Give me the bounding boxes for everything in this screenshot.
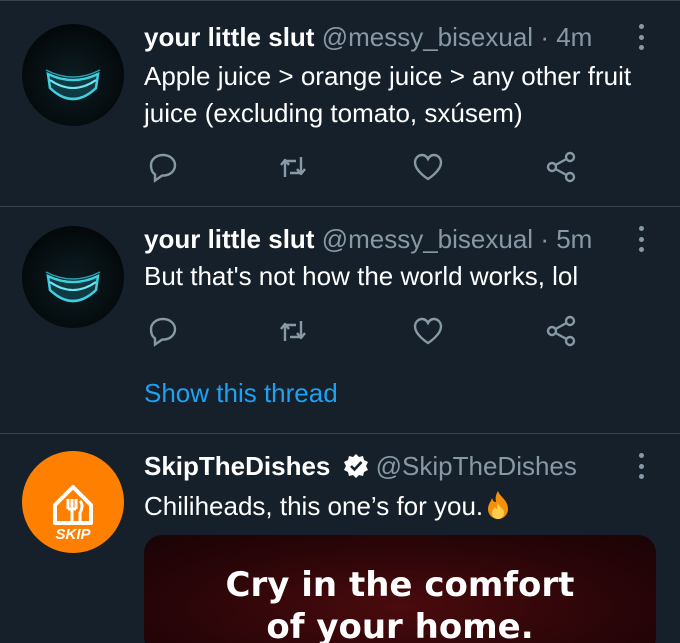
tweet-header: your little slut @messy_bisexual · 4m <box>144 22 592 52</box>
promo-image[interactable]: Cry in the comfort of your home. <box>144 535 656 643</box>
tweet[interactable]: SKIP SkipTheDishes @SkipTheDishes Chilih… <box>0 433 680 643</box>
display-name[interactable]: your little slut <box>144 224 314 254</box>
handle[interactable]: @messy_bisexual <box>322 224 533 254</box>
timeline-feed: your little slut @messy_bisexual · 4m Ap… <box>0 0 680 643</box>
more-icon[interactable] <box>636 226 646 252</box>
display-name[interactable]: your little slut <box>144 22 314 52</box>
timestamp[interactable]: 4m <box>556 22 592 52</box>
skip-logo-icon: SKIP <box>53 485 93 543</box>
tweet-text: But that's not how the world works, lol <box>144 261 579 291</box>
tweet-header: SkipTheDishes @SkipTheDishes <box>144 451 577 481</box>
display-name[interactable]: SkipTheDishes <box>144 451 330 481</box>
mask-glow-icon <box>45 69 101 101</box>
reply-icon[interactable] <box>146 314 180 348</box>
like-icon[interactable] <box>411 314 445 348</box>
handle[interactable]: @SkipTheDishes <box>376 451 577 481</box>
tweet[interactable]: your little slut @messy_bisexual · 5m Bu… <box>0 206 680 433</box>
more-icon[interactable] <box>636 24 646 50</box>
fire-icon <box>488 491 509 519</box>
tweet-text: Chiliheads, this one’s for you. <box>144 488 644 525</box>
tweet-header: your little slut @messy_bisexual · 5m <box>144 224 592 254</box>
separator: · <box>540 224 549 254</box>
handle[interactable]: @messy_bisexual <box>322 22 533 52</box>
action-bar <box>0 150 680 184</box>
retweet-icon[interactable] <box>276 150 310 184</box>
tweet-text: Apple juice > orange juice > any other f… <box>144 61 632 128</box>
promo-headline-line1: Cry in the comfort <box>225 565 575 605</box>
share-icon[interactable] <box>544 150 578 184</box>
verified-icon <box>343 454 368 478</box>
avatar[interactable] <box>22 24 124 126</box>
retweet-icon[interactable] <box>276 314 310 348</box>
timestamp[interactable]: 5m <box>556 224 592 254</box>
promo-headline-line2: of your home. <box>266 607 534 643</box>
like-icon[interactable] <box>411 150 445 184</box>
mask-glow-icon <box>45 271 101 303</box>
avatar[interactable] <box>22 226 124 328</box>
avatar-label: SKIP <box>55 526 91 543</box>
reply-icon[interactable] <box>146 150 180 184</box>
tweet-text-content: Chiliheads, this one’s for you. <box>144 491 484 521</box>
more-icon[interactable] <box>636 453 646 479</box>
show-thread-link[interactable]: Show this thread <box>144 378 338 409</box>
separator: · <box>540 22 549 52</box>
tweet[interactable]: your little slut @messy_bisexual · 4m Ap… <box>0 0 680 206</box>
share-icon[interactable] <box>544 314 578 348</box>
action-bar <box>0 314 680 348</box>
avatar[interactable]: SKIP <box>22 451 124 553</box>
